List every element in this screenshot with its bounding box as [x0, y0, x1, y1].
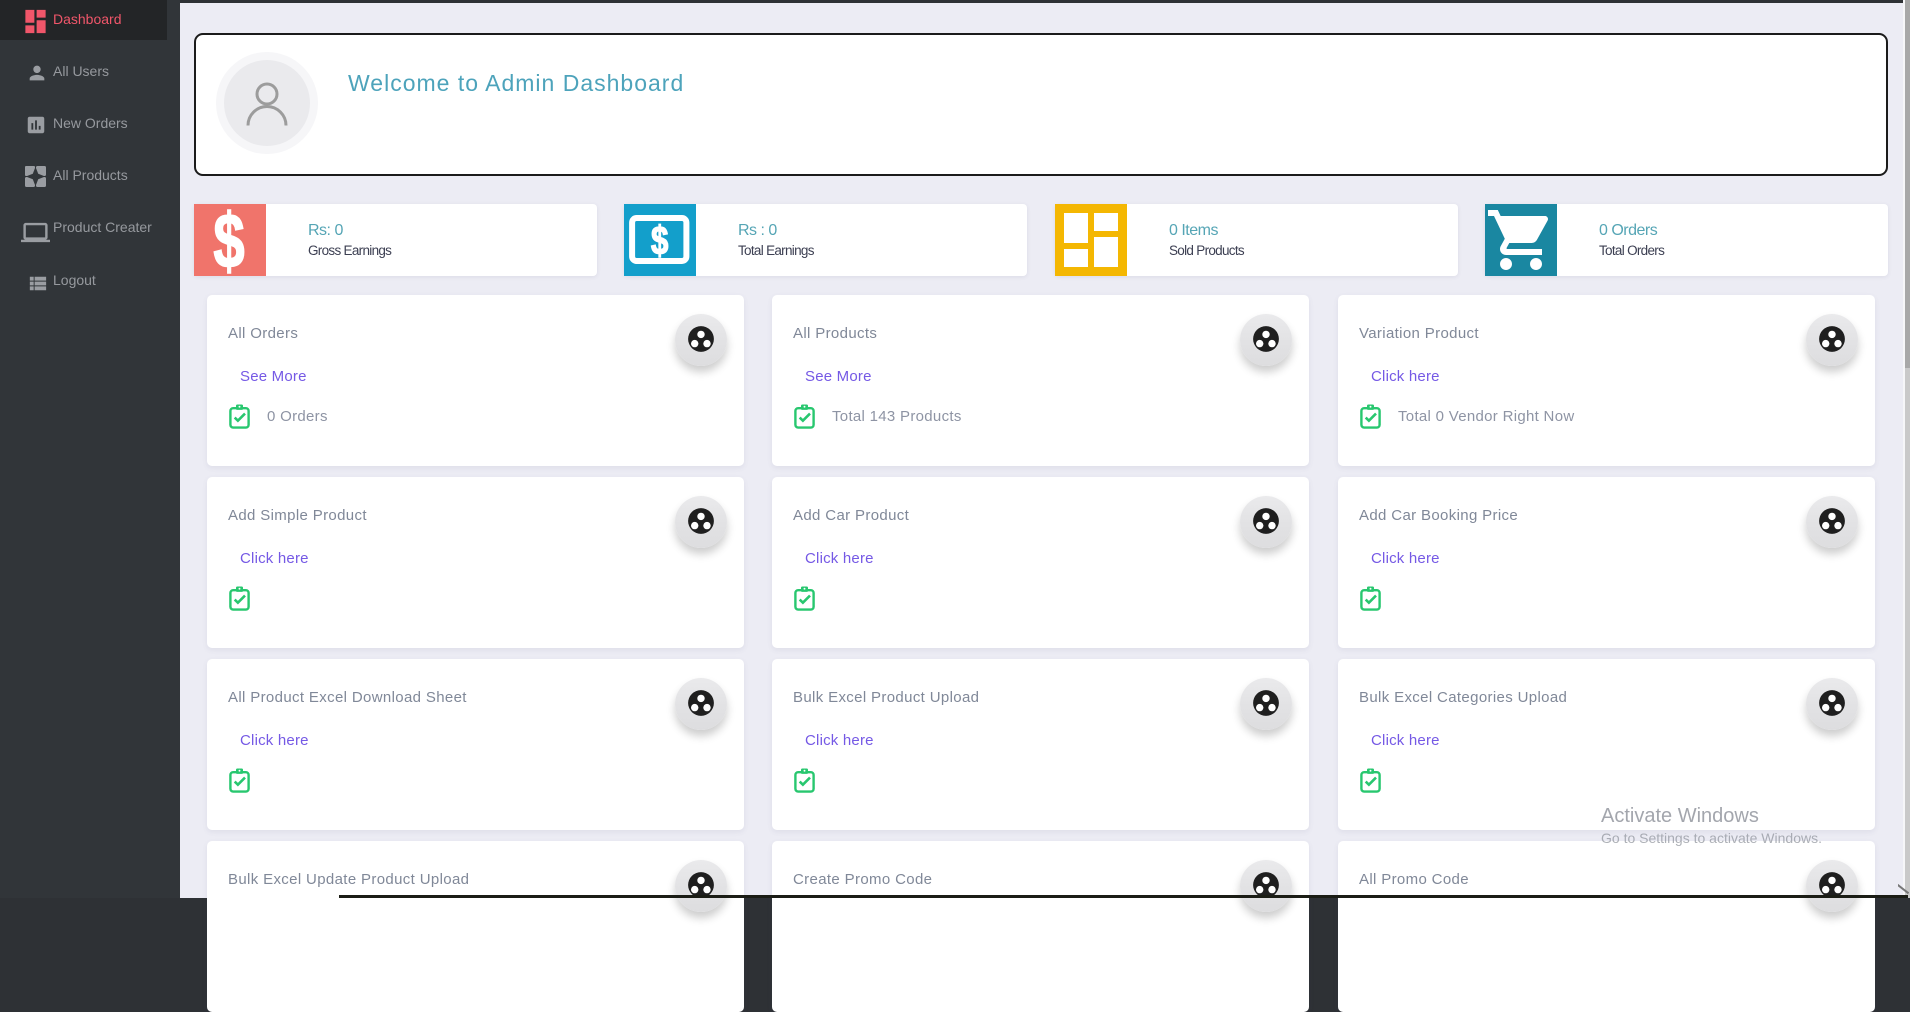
svg-text:$: $ — [213, 204, 244, 276]
svg-text:$: $ — [651, 218, 668, 263]
